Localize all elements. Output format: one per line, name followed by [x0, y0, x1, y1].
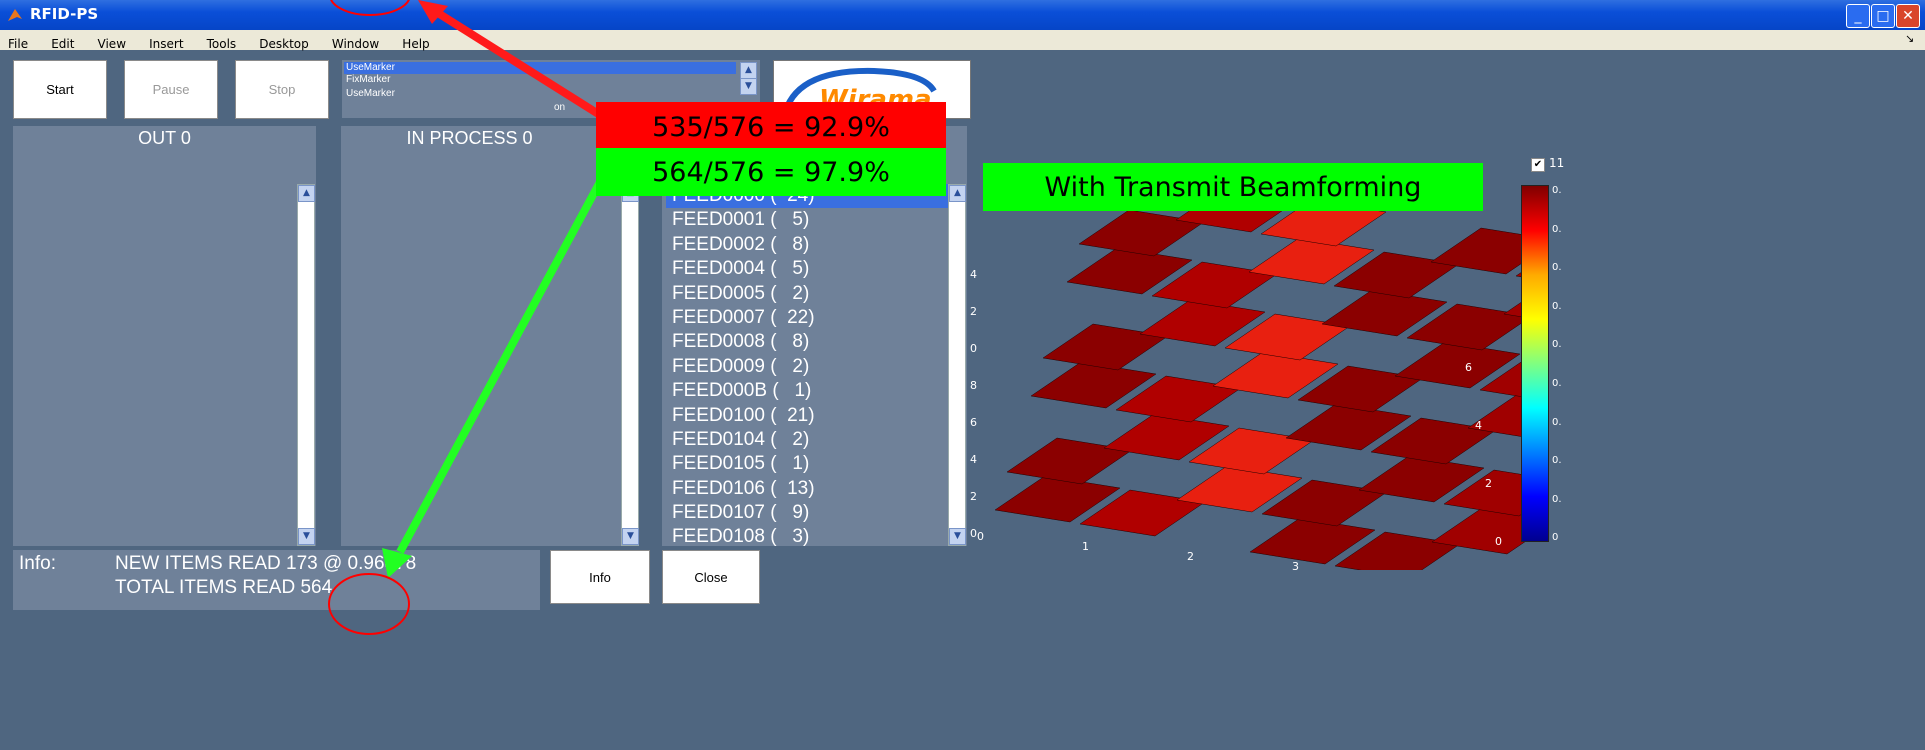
menu-insert[interactable]: Insert [149, 37, 183, 51]
scroll-up-arrow-icon[interactable]: ▲ [298, 185, 315, 202]
axis-tick-label: 2 [970, 490, 977, 503]
feed-list-item[interactable]: FEED0104 ( 2) [666, 428, 948, 452]
colorbar-ticks: 0. 0. 0. 0. 0. 0. 0. 0. 0. 0 [1550, 185, 1570, 545]
scroll-down-arrow-icon[interactable]: ▼ [949, 528, 966, 545]
feed-listbox[interactable]: FEED0000 ( 24)FEED0001 ( 5)FEED0002 ( 8)… [666, 184, 948, 550]
marker-selected-label: UseMarker [346, 88, 395, 99]
total-items-text: TOTAL ITEMS READ 564 [115, 577, 333, 598]
colorbar-tick-label: 0. [1552, 378, 1562, 389]
axis-tick-label: 0 [1495, 535, 1502, 548]
dock-arrow-icon[interactable]: ↘ [1905, 32, 1914, 45]
pause-button[interactable]: Pause [124, 60, 218, 119]
axis-tick-label: 6 [1465, 361, 1472, 374]
checkbox[interactable]: ✔ [1531, 158, 1545, 172]
feed-list-item[interactable]: FEED0008 ( 8) [666, 330, 948, 354]
feed-list-item[interactable]: FEED0107 ( 9) [666, 501, 948, 525]
colorbar-tick-label: 0. [1552, 300, 1562, 312]
axis-tick-label: 4 [970, 453, 977, 466]
scroll-down-arrow-icon[interactable]: ▼ [298, 528, 315, 545]
menu-edit[interactable]: Edit [51, 37, 74, 51]
marker-value: on [554, 102, 566, 113]
menu-bar: File Edit View Insert Tools Desktop Wind… [0, 30, 1925, 51]
colorbar [1521, 185, 1549, 542]
plot-area: 420864200123450246 [965, 150, 1642, 593]
scroll-down-arrow-icon[interactable]: ▼ [740, 78, 757, 95]
colorbar-tick-label: 0. [1552, 493, 1562, 505]
feed-list-item[interactable]: FEED0100 ( 21) [666, 404, 948, 428]
feed-list-item[interactable]: FEED0004 ( 5) [666, 257, 948, 281]
marker-option[interactable]: UseMarker [344, 62, 736, 74]
new-items-text: NEW ITEMS READ 173 @ 0.96878 [115, 553, 417, 574]
in-process-panel: IN PROCESS 0 ▲ ▼ [341, 126, 639, 546]
menu-window[interactable]: Window [332, 37, 379, 51]
out-panel-title: OUT 0 [138, 128, 191, 148]
stop-button[interactable]: Stop [235, 60, 329, 119]
feed-list-item[interactable]: FEED0106 ( 13) [666, 477, 948, 501]
menu-desktop[interactable]: Desktop [259, 37, 309, 51]
info-panel: Info: NEW ITEMS READ 173 @ 0.96878 TOTAL… [13, 550, 540, 610]
feed-list-item[interactable]: FEED0007 ( 22) [666, 306, 948, 330]
window-titlebar: RFID-PS _ □ ✕ [0, 0, 1925, 30]
out-panel: OUT 0 ▲ ▼ [13, 126, 316, 546]
colorbar-tick-label: 0 [1552, 532, 1559, 544]
minimize-button[interactable]: _ [1846, 4, 1870, 28]
menu-help[interactable]: Help [402, 37, 429, 51]
axis-tick-label: 4 [1475, 419, 1482, 432]
in-process-panel-title: IN PROCESS 0 [406, 128, 533, 148]
scroll-up-arrow-icon[interactable]: ▲ [740, 62, 757, 79]
menu-view[interactable]: View [98, 37, 126, 51]
feed-list-item[interactable]: FEED0009 ( 2) [666, 355, 948, 379]
axis-tick-label: 2 [970, 305, 977, 318]
matlab-icon [6, 6, 24, 24]
axis-tick-label: 0 [977, 530, 984, 543]
axis-tick-label: 8 [970, 379, 977, 392]
in-process-scrollbar[interactable]: ▲ ▼ [621, 184, 639, 546]
colorbar-tick-label: 0. [1552, 185, 1562, 196]
axis-tick-label: 2 [1485, 477, 1492, 490]
feed-list-item[interactable]: FEED0005 ( 2) [666, 282, 948, 306]
green-ratio-box: 564/576 = 97.9% [596, 148, 946, 196]
axis-tick-label: 3 [1292, 560, 1299, 570]
feed-list-item[interactable]: FEED0002 ( 8) [666, 233, 948, 257]
marker-option[interactable]: FixMarker [344, 74, 390, 85]
red-ratio-box: 535/576 = 92.9% [596, 102, 946, 152]
axis-tick-label: 0 [970, 342, 977, 355]
start-button[interactable]: Start [13, 60, 107, 119]
colorbar-tick-label: 0. [1552, 455, 1562, 467]
axis-tick-label: 6 [970, 416, 977, 429]
out-scrollbar[interactable]: ▲ ▼ [297, 184, 315, 546]
info-label: Info: [19, 553, 56, 574]
checkbox-label: 11 [1549, 156, 1565, 170]
window-title: RFID-PS [30, 5, 99, 23]
menu-file[interactable]: File [8, 37, 28, 51]
axis-tick-label: 1 [1082, 540, 1089, 553]
feed-list-item[interactable]: FEED0108 ( 3) [666, 525, 948, 549]
colorbar-tick-label: 0. [1552, 339, 1562, 351]
feed-list-item[interactable]: FEED0001 ( 5) [666, 208, 948, 232]
close-button[interactable]: Close [662, 550, 760, 604]
axis-tick-label: 2 [1187, 550, 1194, 563]
close-window-button[interactable]: ✕ [1896, 4, 1920, 28]
surface-plot: 420864200123450246 [970, 185, 1642, 593]
colorbar-tick-label: 0. [1552, 223, 1562, 235]
colorbar-tick-label: 0. [1552, 416, 1562, 428]
colorbar-tick-label: 0. [1552, 262, 1562, 274]
info-button[interactable]: Info [550, 550, 650, 604]
feed-scrollbar[interactable]: ▲ ▼ [948, 184, 966, 546]
axis-tick-label: 4 [970, 268, 977, 281]
maximize-button[interactable]: □ [1871, 4, 1895, 28]
scroll-down-arrow-icon[interactable]: ▼ [622, 528, 639, 545]
beamforming-label: With Transmit Beamforming [983, 163, 1483, 211]
feed-list-item[interactable]: FEED0105 ( 1) [666, 452, 948, 476]
axis-tick-label: 0 [970, 527, 977, 540]
feed-list-item[interactable]: FEED000B ( 1) [666, 379, 948, 403]
menu-tools[interactable]: Tools [207, 37, 237, 51]
scroll-up-arrow-icon[interactable]: ▲ [949, 185, 966, 202]
